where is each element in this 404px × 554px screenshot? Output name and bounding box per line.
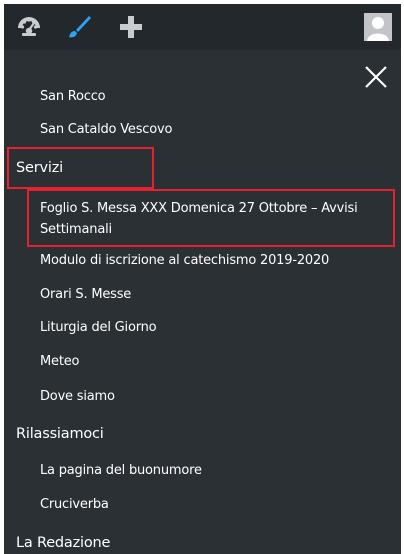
menu-item-cruciverba[interactable]: Cruciverba bbox=[4, 497, 401, 512]
menu-item-label: San Rocco bbox=[40, 89, 106, 104]
menu-item-meteo[interactable]: Meteo bbox=[4, 354, 401, 369]
menu-item-partial[interactable]: San Rocco bbox=[4, 88, 401, 104]
menu-item-label: Foglio S. Messa XXX Domenica 27 Ottobre … bbox=[40, 201, 358, 237]
menu-item-label: Liturgia del Giorno bbox=[40, 320, 157, 335]
menu-item-dove-siamo[interactable]: Dove siamo bbox=[4, 389, 401, 404]
dashboard-icon[interactable] bbox=[14, 12, 44, 42]
menu-item-label: La Redazione bbox=[16, 535, 111, 551]
menu-item-label: Rilassiamoci bbox=[16, 426, 104, 442]
user-avatar-icon[interactable] bbox=[364, 13, 392, 41]
menu-item-label: San Cataldo Vescovo bbox=[40, 122, 173, 137]
menu-item-orari-messe[interactable]: Orari S. Messe bbox=[4, 287, 401, 302]
menu-item-modulo-catechismo[interactable]: Modulo di iscrizione al catechismo 2019-… bbox=[4, 253, 401, 268]
customize-brush-icon[interactable] bbox=[64, 12, 94, 42]
menu-item-buonumore[interactable]: La pagina del buonumore bbox=[4, 463, 401, 478]
plus-icon[interactable] bbox=[116, 12, 146, 42]
menu-item-servizi[interactable]: Servizi bbox=[4, 160, 401, 176]
menu-item-la-redazione[interactable]: La Redazione bbox=[4, 535, 401, 551]
menu-item-label: Cruciverba bbox=[40, 497, 109, 512]
close-icon[interactable] bbox=[363, 64, 389, 90]
menu-item-label: Dove siamo bbox=[40, 389, 115, 404]
page-frame: San Rocco San Cataldo Vescovo Servizi Fo… bbox=[0, 0, 404, 554]
menu-item-liturgia[interactable]: Liturgia del Giorno bbox=[4, 320, 401, 335]
menu-item-label: Servizi bbox=[16, 160, 63, 176]
mobile-menu-panel: San Rocco San Cataldo Vescovo Servizi Fo… bbox=[4, 4, 401, 554]
menu-item-label: La pagina del buonumore bbox=[40, 463, 202, 478]
menu-item-label: Meteo bbox=[40, 354, 80, 369]
menu-item-rilassiamoci[interactable]: Rilassiamoci bbox=[4, 426, 401, 442]
menu-item-foglio-messa[interactable]: Foglio S. Messa XXX Domenica 27 Ottobre … bbox=[4, 198, 401, 240]
menu-item-san-cataldo[interactable]: San Cataldo Vescovo bbox=[4, 122, 401, 137]
admin-toolbar bbox=[4, 4, 401, 50]
menu-item-label: Modulo di iscrizione al catechismo 2019-… bbox=[40, 253, 330, 268]
menu-item-label: Orari S. Messe bbox=[40, 287, 132, 302]
